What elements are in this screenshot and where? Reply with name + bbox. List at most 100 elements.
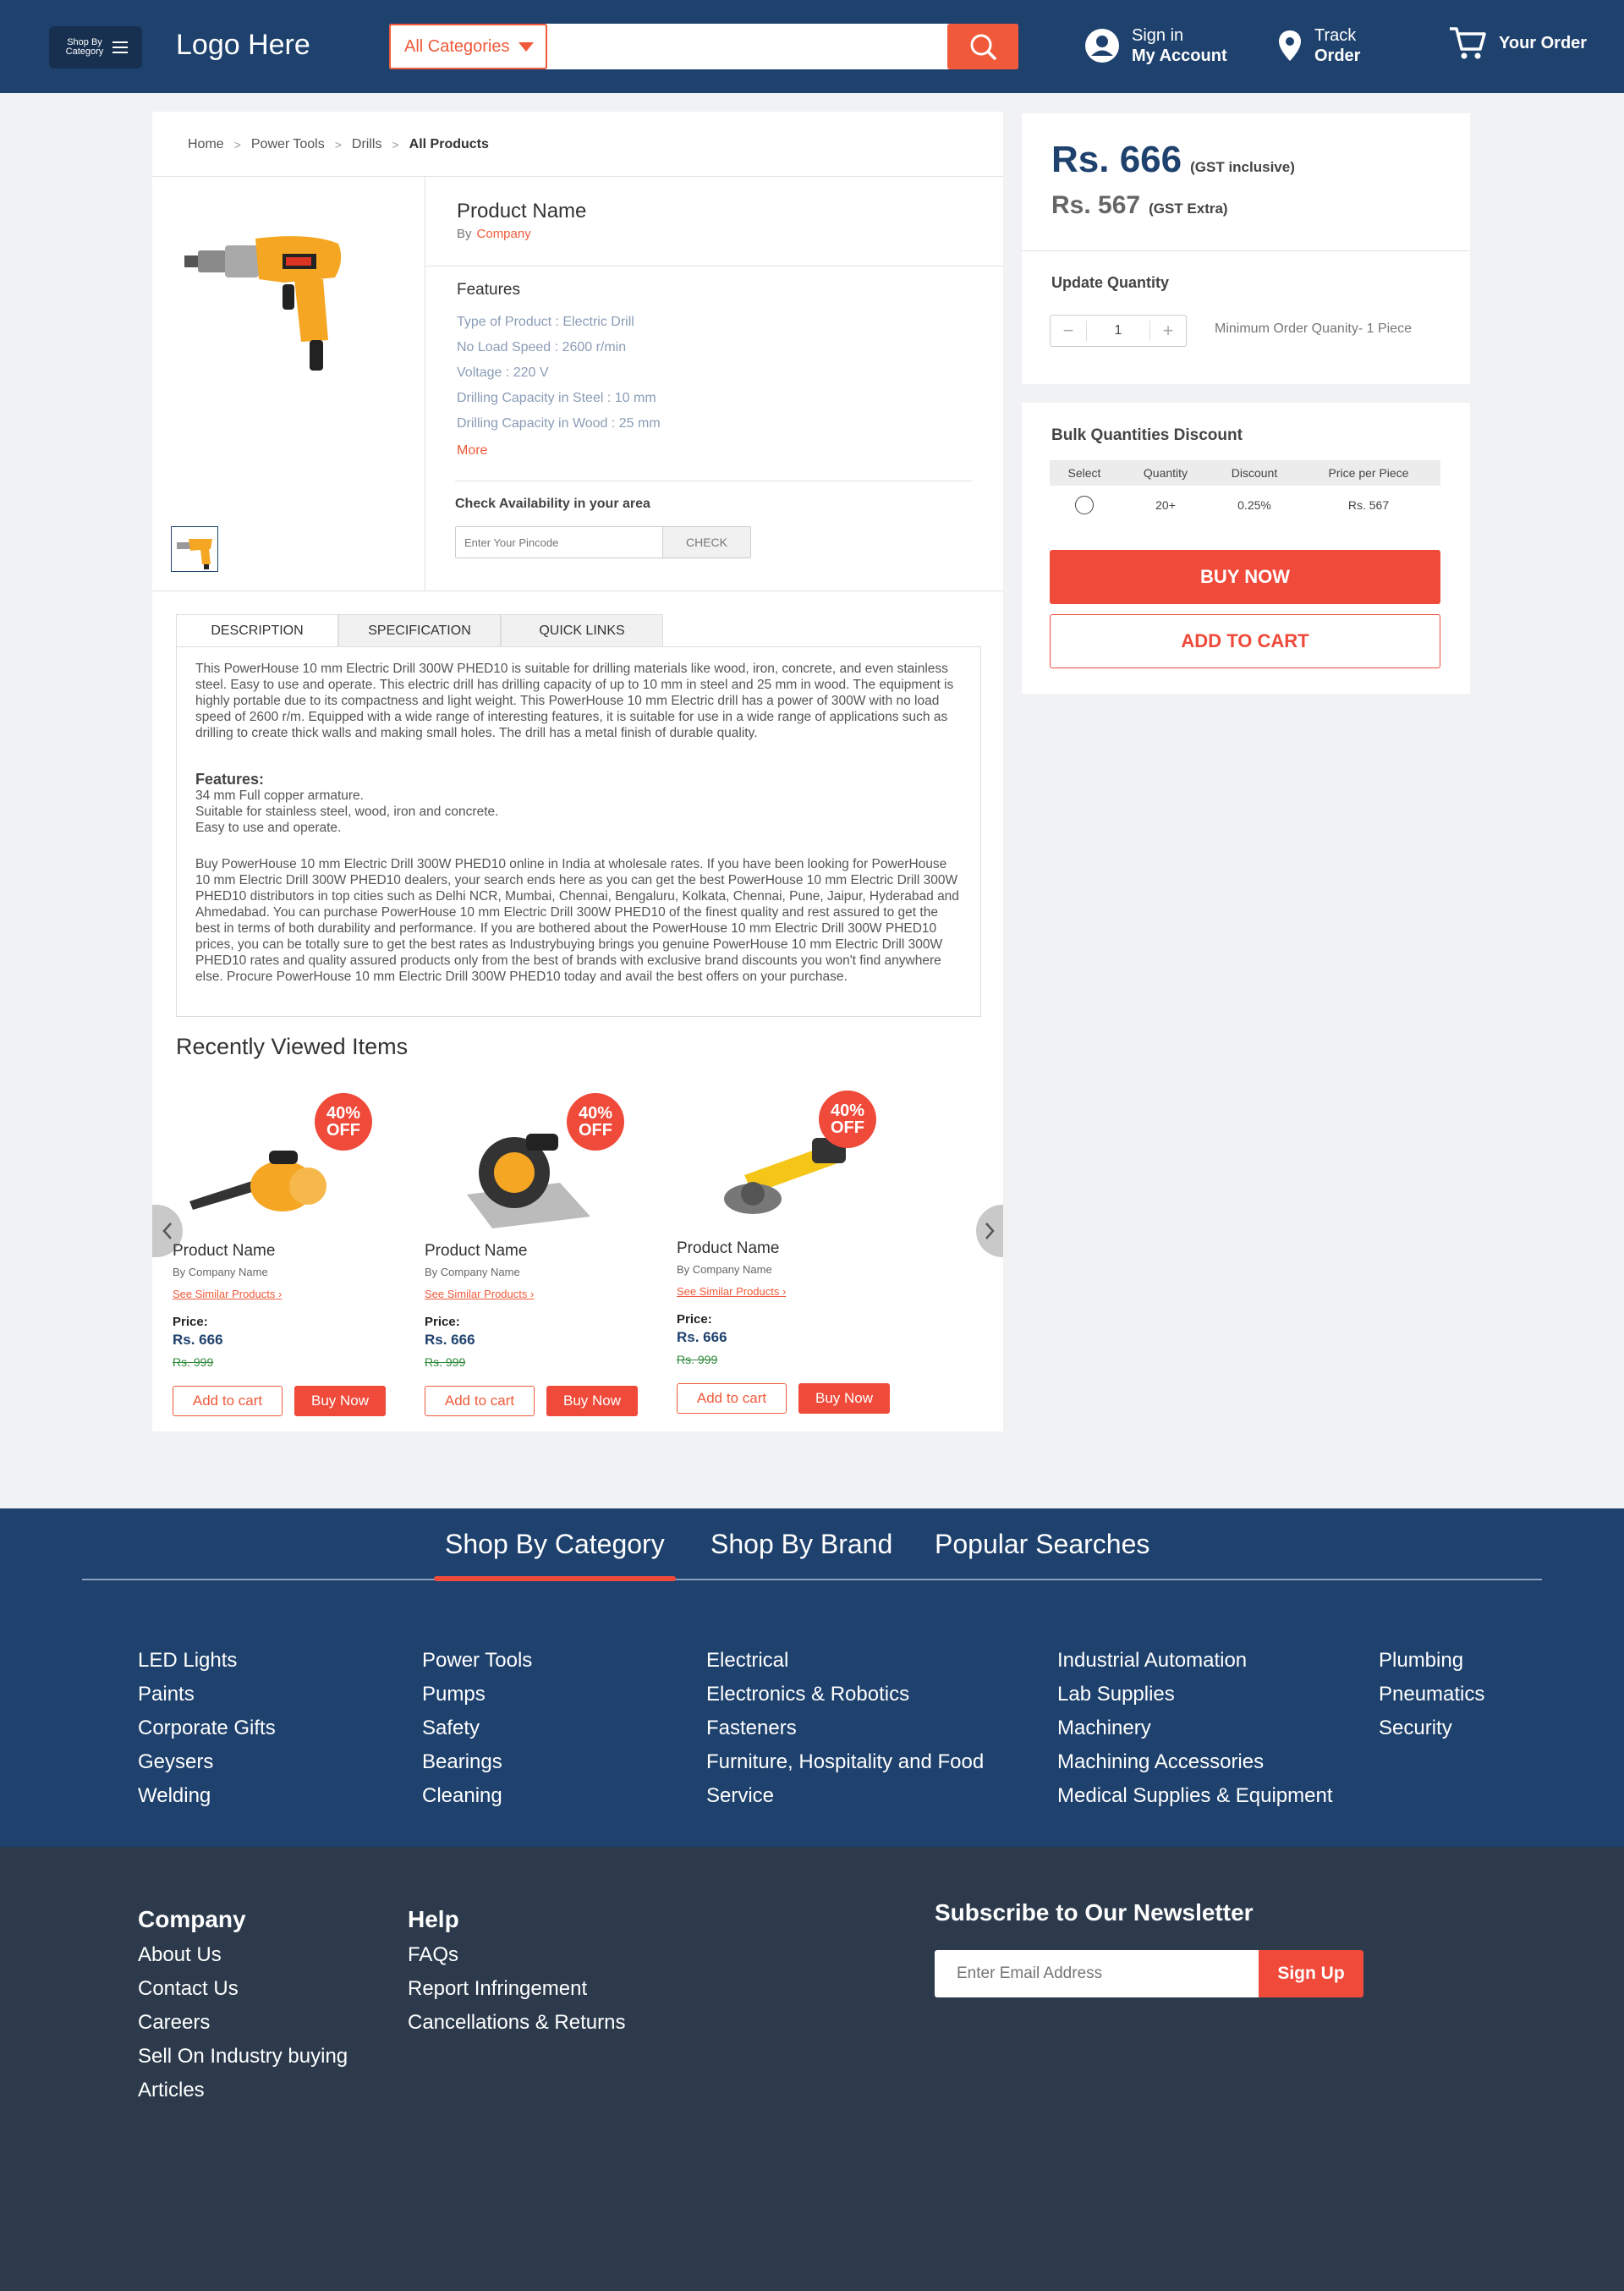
category-link[interactable]: Safety xyxy=(422,1711,532,1745)
category-link[interactable]: Plumbing xyxy=(1379,1644,1484,1678)
add-to-cart-button[interactable]: Add to cart xyxy=(425,1386,535,1416)
track-order-link[interactable]: Track Order xyxy=(1277,25,1360,66)
category-link[interactable]: Corporate Gifts xyxy=(138,1711,276,1745)
tab-shop-by-brand[interactable]: Shop By Brand xyxy=(710,1529,892,1560)
your-order-link[interactable]: Your Order xyxy=(1448,25,1587,61)
help-links: FAQs Report Infringement Cancellations &… xyxy=(408,1938,625,2040)
by-label: By xyxy=(677,1263,690,1276)
discount-badge: 40% OFF xyxy=(819,1091,876,1148)
tab-quick-links[interactable]: QUICK LINKS xyxy=(501,614,663,646)
category-link[interactable]: Welding xyxy=(138,1779,276,1813)
discount-percent: 40% xyxy=(578,1104,613,1123)
quantity-value[interactable]: 1 xyxy=(1086,321,1150,341)
product-by: By Company xyxy=(457,227,531,241)
quantity-decrease-button[interactable]: − xyxy=(1051,320,1086,342)
column-header: Quantity xyxy=(1143,466,1188,480)
see-similar-link[interactable]: See Similar Products › xyxy=(173,1288,282,1300)
pincode-input[interactable] xyxy=(456,527,663,558)
buy-now-button[interactable]: Buy Now xyxy=(798,1383,890,1414)
category-link[interactable]: Geysers xyxy=(138,1745,276,1779)
add-to-cart-button[interactable]: Add to cart xyxy=(677,1383,787,1414)
sign-up-button[interactable]: Sign Up xyxy=(1259,1950,1363,1997)
breadcrumb-drills[interactable]: Drills xyxy=(352,137,382,152)
tab-popular-searches[interactable]: Popular Searches xyxy=(935,1529,1149,1560)
category-link[interactable]: Lab Supplies xyxy=(1057,1678,1333,1711)
old-price: Rs. 999 xyxy=(425,1355,466,1369)
hamburger-icon xyxy=(112,41,128,53)
gst-extra-note: (GST Extra) xyxy=(1149,201,1228,217)
footer-link[interactable]: Careers xyxy=(138,2006,348,2040)
breadcrumb-power-tools[interactable]: Power Tools xyxy=(251,137,325,152)
see-similar-link[interactable]: See Similar Products › xyxy=(677,1285,786,1298)
category-link[interactable]: Industrial Automation xyxy=(1057,1644,1333,1678)
quantity-increase-button[interactable]: + xyxy=(1150,320,1186,342)
buy-now-button[interactable]: Buy Now xyxy=(546,1386,638,1416)
chevron-left-icon xyxy=(162,1222,172,1239)
tab-shop-by-category[interactable]: Shop By Category xyxy=(445,1529,665,1560)
newsletter-email-input[interactable] xyxy=(935,1950,1259,1997)
category-link[interactable]: Electrical xyxy=(706,1644,984,1678)
footer-link[interactable]: Contact Us xyxy=(138,1972,348,2006)
footer-link[interactable]: Report Infringement xyxy=(408,1972,625,2006)
category-link[interactable]: Paints xyxy=(138,1678,276,1711)
shop-by-category-button[interactable]: Shop By Category xyxy=(49,26,142,69)
discount-cell: 0.25% xyxy=(1237,498,1271,512)
category-link[interactable]: Machining Accessories xyxy=(1057,1745,1333,1779)
check-button[interactable]: CHECK xyxy=(663,527,750,558)
category-link[interactable]: Electronics & Robotics xyxy=(706,1678,984,1711)
recent-product-name[interactable]: Product Name xyxy=(425,1242,527,1261)
carousel-next-button[interactable] xyxy=(976,1205,1003,1257)
add-to-cart-button[interactable]: ADD TO CART xyxy=(1050,614,1440,668)
discount-off: OFF xyxy=(579,1121,612,1140)
recent-product-name[interactable]: Product Name xyxy=(173,1242,275,1261)
product-image[interactable] xyxy=(183,230,352,374)
category-link[interactable]: Power Tools xyxy=(422,1644,532,1678)
sign-in-link[interactable]: Sign in My Account xyxy=(1084,25,1227,66)
search-input[interactable] xyxy=(547,24,945,69)
recent-product-card[interactable]: 40% OFF Product Name By Company Name See … xyxy=(677,1091,905,1420)
add-to-cart-button[interactable]: Add to cart xyxy=(173,1386,283,1416)
discount-percent: 40% xyxy=(830,1102,865,1120)
recent-product-card[interactable]: 40% OFF Product Name By Company Name See … xyxy=(173,1093,401,1423)
category-link[interactable]: Security xyxy=(1379,1711,1484,1745)
category-link[interactable]: Service xyxy=(706,1779,984,1813)
recent-product-name[interactable]: Product Name xyxy=(677,1239,779,1258)
breadcrumb-home[interactable]: Home xyxy=(188,137,224,152)
tab-specification[interactable]: SPECIFICATION xyxy=(338,614,501,646)
category-link[interactable]: Furniture, Hospitality and Food xyxy=(706,1745,984,1779)
chevron-right-icon xyxy=(985,1222,995,1239)
tab-description[interactable]: DESCRIPTION xyxy=(176,614,338,646)
category-link[interactable]: Cleaning xyxy=(422,1779,532,1813)
category-link[interactable]: Machinery xyxy=(1057,1711,1333,1745)
category-link[interactable]: Medical Supplies & Equipment xyxy=(1057,1779,1333,1813)
category-link[interactable]: Pneumatics xyxy=(1379,1678,1484,1711)
site-header: Shop By Category Logo Here All Categorie… xyxy=(0,0,1624,93)
footer-link[interactable]: Cancellations & Returns xyxy=(408,2006,625,2040)
category-column: Power Tools Pumps Safety Bearings Cleani… xyxy=(422,1644,532,1813)
description-feature-item: Suitable for stainless steel, wood, iron… xyxy=(195,805,499,819)
category-link[interactable]: Bearings xyxy=(422,1745,532,1779)
more-link[interactable]: More xyxy=(457,443,487,459)
category-link[interactable]: Pumps xyxy=(422,1678,532,1711)
footer-link[interactable]: FAQs xyxy=(408,1938,625,1972)
footer-link[interactable]: Articles xyxy=(138,2074,348,2107)
thumbnail-image[interactable] xyxy=(171,526,218,572)
discount-badge: 40% OFF xyxy=(315,1093,372,1151)
select-radio[interactable] xyxy=(1075,496,1094,514)
category-link[interactable]: LED Lights xyxy=(138,1644,276,1678)
search-button[interactable] xyxy=(947,24,1018,69)
buy-now-button[interactable]: BUY NOW xyxy=(1050,550,1440,604)
site-logo[interactable]: Logo Here xyxy=(176,29,310,62)
column-header: Price per Piece xyxy=(1328,466,1409,480)
recent-product-card[interactable]: 40% OFF Product Name By Company Name See … xyxy=(425,1093,653,1423)
see-similar-link[interactable]: See Similar Products › xyxy=(425,1288,534,1300)
footer-link[interactable]: Sell On Industry buying xyxy=(138,2040,348,2074)
track-label: Track xyxy=(1314,26,1357,45)
company-link[interactable]: Company xyxy=(477,227,531,241)
footer-link[interactable]: About Us xyxy=(138,1938,348,1972)
category-link[interactable]: Fasteners xyxy=(706,1711,984,1745)
bulk-discount-title: Bulk Quantities Discount xyxy=(1051,426,1243,444)
category-select[interactable]: All Categories xyxy=(389,24,547,69)
buy-now-button[interactable]: Buy Now xyxy=(294,1386,386,1416)
company-heading: Company xyxy=(138,1906,246,1932)
